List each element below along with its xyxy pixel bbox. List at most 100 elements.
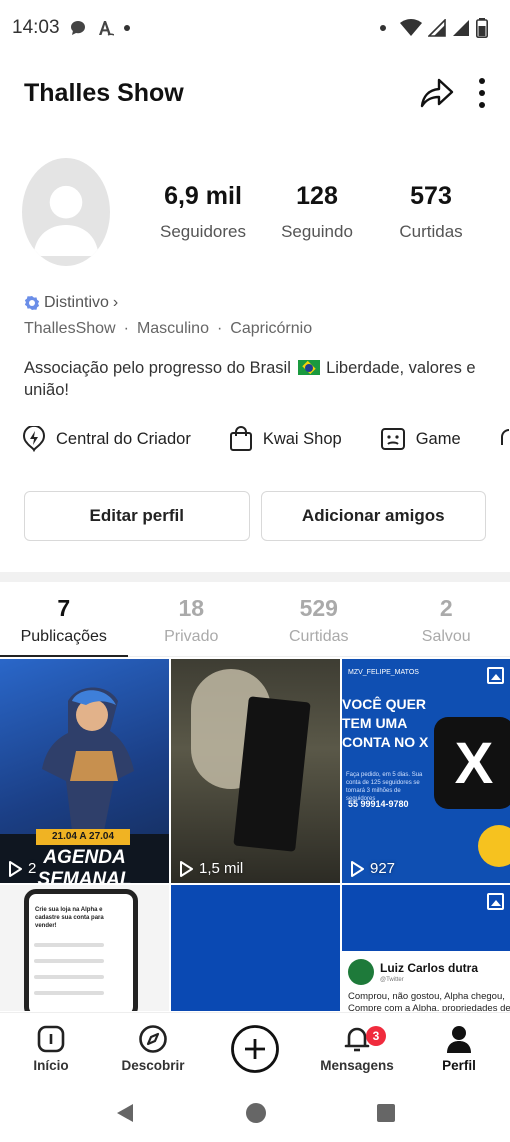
form-line (34, 943, 104, 947)
profile-summary: 6,9 mil Seguidores 128 Seguindo 573 Curt… (22, 157, 488, 267)
recents-icon[interactable] (377, 1104, 395, 1122)
nav-profile[interactable]: Perfil (408, 1024, 510, 1073)
stat-value: 573 (410, 182, 452, 210)
posts-grid: 21.04 A 27.04 AGENDA SEMANAL 2 1,5 mil M… (0, 659, 510, 1011)
stat-likes[interactable]: 573 Curtidas (374, 182, 488, 242)
image-icon (487, 893, 504, 910)
system-navigation (0, 1084, 510, 1142)
profile-title: Thalles Show (24, 78, 184, 107)
share-button[interactable] (420, 77, 454, 109)
notification-badge: 3 (366, 1026, 386, 1046)
tab-label: Salvou (421, 628, 471, 645)
dot-icon (380, 25, 386, 31)
home-icon (37, 1025, 65, 1053)
nav-messages[interactable]: 3 Mensagens (306, 1024, 408, 1073)
more-options-button[interactable] (478, 78, 486, 108)
grid-item[interactable]: 1,5 mil (171, 659, 340, 883)
share-icon (420, 78, 454, 108)
status-bar: 14:03 (0, 0, 510, 56)
post-author-tag: MZV_FELIPE_MATOS (348, 669, 419, 676)
phone-headline: Crie sua loja na Alpha e cadastre sua co… (35, 907, 104, 929)
bio-text-start: Associação pelo progresso do Brasil (24, 359, 291, 377)
grid-item[interactable]: Crie sua loja na Alpha e cadastre sua co… (0, 885, 169, 1011)
form-line (34, 991, 104, 995)
add-friends-button[interactable]: Adicionar amigos (260, 491, 486, 541)
play-icon (9, 860, 22, 877)
nav-create[interactable] (204, 1024, 306, 1074)
tweet-name: Luiz Carlos dutra (380, 961, 479, 975)
font-a-icon (98, 21, 114, 36)
shortcut-label: Central do Criador (56, 429, 191, 448)
nav-home[interactable]: Início (0, 1024, 102, 1073)
tab-publications[interactable]: 7 Publicações (0, 595, 128, 657)
signal-icon (428, 19, 446, 37)
status-time: 14:03 (12, 17, 60, 38)
badge-label: Distintivo (44, 294, 109, 311)
stat-following[interactable]: 128 Seguindo (260, 182, 374, 242)
grid-item[interactable]: Luiz Carlos dutra @Twitter Comprou, não … (342, 885, 510, 1011)
shortcut-kwai-shop[interactable]: Kwai Shop (229, 426, 342, 452)
shortcut-creator-center[interactable]: Central do Criador (22, 426, 191, 452)
brazil-flag-icon (297, 360, 320, 375)
avatar[interactable] (22, 158, 110, 266)
grid-item[interactable]: 21.04 A 27.04 AGENDA SEMANAL 2 (0, 659, 169, 883)
shopping-bag-icon (229, 426, 252, 451)
back-icon[interactable] (115, 1103, 135, 1123)
game-controller-icon (380, 428, 405, 450)
nav-label: Mensagens (320, 1058, 394, 1073)
bottom-navigation: Início Descobrir 3 Mensagens Perfil (0, 1012, 510, 1084)
shortcut-more[interactable] (499, 427, 509, 451)
shortcut-game[interactable]: Game (380, 427, 461, 451)
badge-link[interactable]: Distintivo › (24, 294, 118, 312)
stat-label: Curtidas (399, 222, 463, 241)
add-circle-icon (231, 1024, 279, 1073)
stat-followers[interactable]: 6,9 mil Seguidores (146, 182, 260, 242)
tab-count: 18 (178, 595, 205, 621)
form-line (34, 959, 104, 963)
tab-likes[interactable]: 529 Curtidas (255, 595, 383, 656)
section-divider (0, 572, 510, 582)
tab-count: 7 (57, 595, 71, 621)
tweet-text-line: Comprou, não gostou, Alpha chegou, (348, 991, 505, 1002)
creator-bolt-icon (23, 426, 45, 452)
shortcut-label: Kwai Shop (262, 429, 342, 448)
partial-icon (500, 429, 509, 445)
play-icon (180, 860, 193, 877)
stat-value: 6,9 mil (164, 182, 242, 210)
form-line (34, 975, 104, 979)
view-count-value: 927 (370, 860, 396, 877)
profile-info: ThallesShow · Masculino · Capricórnio (24, 320, 312, 338)
view-count-value: 1,5 mil (199, 860, 244, 877)
default-avatar-icon (33, 185, 99, 256)
stat-label: Seguindo (281, 222, 353, 241)
view-count: 1,5 mil (179, 860, 243, 877)
tab-label: Privado (164, 628, 219, 645)
dot-icon (123, 25, 130, 31)
tweet-handle: @Twitter (380, 977, 404, 983)
battery-icon (476, 18, 488, 38)
tab-private[interactable]: 18 Privado (128, 595, 256, 656)
signal-icon (453, 20, 469, 36)
view-count: 2 (8, 860, 36, 877)
tab-count: 2 (439, 595, 453, 621)
profile-sign: Capricórnio (230, 320, 313, 337)
banner-dates: 21.04 A 27.04 (36, 829, 130, 845)
tweet-text: Comprou, não gostou, Alpha chegou, Compre… (348, 991, 510, 1011)
info-separator: · (216, 320, 223, 337)
nav-discover[interactable]: Descobrir (102, 1024, 204, 1073)
tab-label: Curtidas (288, 628, 349, 645)
x-logo-icon: X (434, 717, 510, 809)
play-icon (351, 860, 364, 877)
tweet-text-line: Compre com a Alpha, propriedades de (348, 1003, 510, 1011)
person-icon (447, 1026, 471, 1053)
grid-item[interactable] (171, 885, 340, 1011)
post-headline: VOCÊ QUER TEM UMA CONTA NO X (342, 696, 429, 750)
profile-bio: Associação pelo progresso do Brasil Libe… (24, 357, 490, 401)
tab-saved[interactable]: 2 Salvou (383, 595, 510, 656)
view-count-value: 2 (28, 860, 37, 877)
grid-item[interactable]: MZV_FELIPE_MATOS VOCÊ QUER TEM UMA CONTA… (342, 659, 510, 883)
edit-profile-button[interactable]: Editar perfil (24, 491, 250, 541)
home-circle-icon[interactable] (245, 1102, 267, 1124)
profile-username: ThallesShow (24, 320, 116, 337)
shortcut-label: Game (415, 429, 461, 448)
